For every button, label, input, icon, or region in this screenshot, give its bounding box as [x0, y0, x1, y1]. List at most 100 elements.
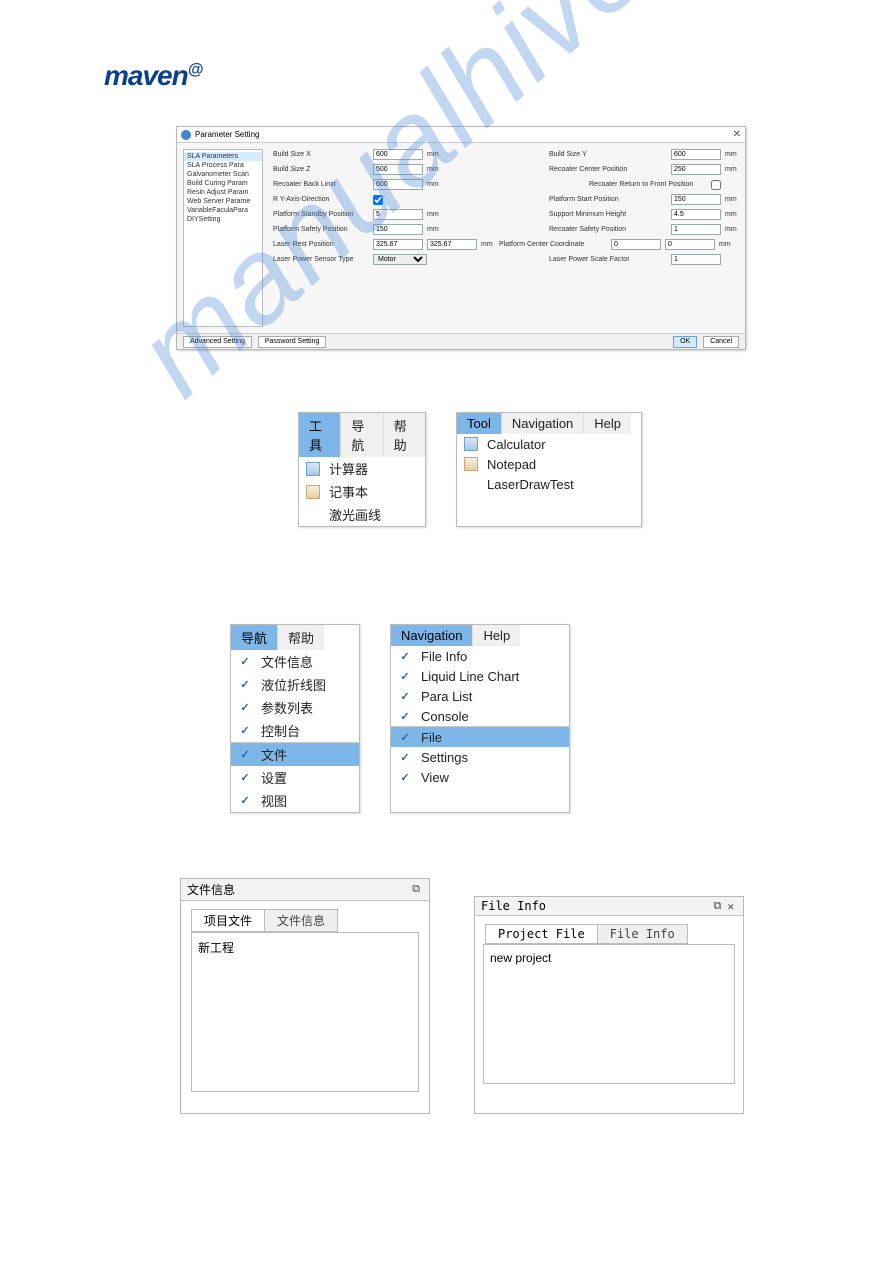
- menu-item-laserdraw[interactable]: LaserDrawTest: [457, 474, 641, 494]
- sidebar-item[interactable]: Web Server Parame: [184, 197, 262, 206]
- menubar-item-help[interactable]: Help: [584, 413, 631, 434]
- laser-scale-input[interactable]: [671, 254, 721, 265]
- field-label: Recoater Center Position: [549, 166, 667, 173]
- recoater-back-input[interactable]: [373, 179, 423, 190]
- cancel-button[interactable]: Cancel: [703, 336, 739, 348]
- build-size-z-input[interactable]: [373, 164, 423, 175]
- recoater-center-input[interactable]: [671, 164, 721, 175]
- dock-icon[interactable]: ⧉: [711, 899, 725, 913]
- ok-button[interactable]: OK: [673, 336, 697, 348]
- sidebar-item[interactable]: SLA Parameters: [184, 152, 262, 161]
- dialog-form: Build Size X mm Build Size Y mm Build Si…: [269, 143, 745, 333]
- check-icon: ✓: [397, 729, 413, 745]
- menubar-item-tool[interactable]: 工具: [299, 413, 341, 457]
- nav-menu-en: Navigation Help ✓File Info ✓Liquid Line …: [390, 624, 570, 813]
- build-size-x-input[interactable]: [373, 149, 423, 160]
- menu-item-notepad[interactable]: 记事本: [299, 480, 425, 503]
- menu-item-console[interactable]: ✓控制台: [231, 719, 359, 742]
- field-label: Laser Power Sensor Type: [273, 256, 369, 263]
- menubar-item-help[interactable]: Help: [473, 625, 520, 646]
- recoater-safety-input[interactable]: [671, 224, 721, 235]
- panel-content: new project: [483, 944, 735, 1084]
- menu-item-liquidline[interactable]: ✓Liquid Line Chart: [391, 666, 569, 686]
- menu-item-console[interactable]: ✓Console: [391, 706, 569, 726]
- fileinfo-panel-en: File Info ⧉ ✕ Project File File Info new…: [474, 896, 744, 1114]
- menu-item-calculator[interactable]: Calculator: [457, 434, 641, 454]
- unit-label: mm: [427, 181, 441, 188]
- panel-title: File Info: [481, 899, 546, 913]
- laser-rest-y-input[interactable]: [427, 239, 477, 250]
- check-icon: ✓: [237, 723, 253, 739]
- tab-project-file[interactable]: 项目文件: [191, 909, 265, 932]
- sidebar-item[interactable]: SLA Process Para: [184, 161, 262, 170]
- menubar-item-help[interactable]: 帮助: [384, 413, 425, 457]
- unit-label: mm: [725, 166, 739, 173]
- menubar-item-nav[interactable]: 导航: [231, 625, 278, 650]
- menu-item-fileinfo[interactable]: ✓文件信息: [231, 650, 359, 673]
- dock-icon[interactable]: ⧉: [409, 883, 423, 896]
- laser-rest-x-input[interactable]: [373, 239, 423, 250]
- r-yaxis-checkbox[interactable]: [373, 195, 383, 205]
- content-text: 新工程: [198, 941, 234, 955]
- tab-project-file[interactable]: Project File: [485, 924, 598, 944]
- close-icon[interactable]: ✕: [724, 900, 737, 913]
- menubar-item-nav[interactable]: Navigation: [502, 413, 584, 434]
- menu-item-view[interactable]: ✓视图: [231, 789, 359, 812]
- menu-item-fileinfo[interactable]: ✓File Info: [391, 646, 569, 666]
- password-setting-button[interactable]: Password Setting: [258, 336, 326, 348]
- blank-icon: [463, 476, 479, 492]
- sidebar-item[interactable]: VariableFaculaPara: [184, 206, 262, 215]
- check-icon: ✓: [237, 747, 253, 763]
- build-size-y-input[interactable]: [671, 149, 721, 160]
- advanced-setting-button[interactable]: Advanced Setting: [183, 336, 252, 348]
- field-label: Laser Rest Position: [273, 241, 369, 248]
- field-label: Build Size X: [273, 151, 369, 158]
- check-icon: ✓: [237, 677, 253, 693]
- menu-item-paralist[interactable]: ✓Para List: [391, 686, 569, 706]
- menu-item-notepad[interactable]: Notepad: [457, 454, 641, 474]
- panel-title: 文件信息: [187, 881, 235, 898]
- laser-sensor-type-select[interactable]: Motor: [373, 254, 427, 265]
- dialog-footer: Advanced Setting Password Setting OK Can…: [177, 333, 745, 349]
- menu-item-liquidline[interactable]: ✓液位折线图: [231, 673, 359, 696]
- menubar-item-nav[interactable]: Navigation: [391, 625, 473, 646]
- close-icon[interactable]: ✕: [733, 129, 741, 140]
- menu-item-paralist[interactable]: ✓参数列表: [231, 696, 359, 719]
- field-label: Recoater Safety Position: [549, 226, 667, 233]
- menu-item-file[interactable]: ✓文件: [231, 743, 359, 766]
- unit-label: mm: [427, 211, 441, 218]
- menubar-item-help[interactable]: 帮助: [278, 625, 324, 650]
- menu-item-view[interactable]: ✓View: [391, 767, 569, 787]
- tab-file-info[interactable]: File Info: [597, 924, 688, 944]
- blank-icon: [305, 507, 321, 523]
- sidebar-item[interactable]: Resin Adjust Param: [184, 188, 262, 197]
- menu-item-settings[interactable]: ✓设置: [231, 766, 359, 789]
- tab-file-info[interactable]: 文件信息: [264, 909, 338, 932]
- sidebar-item[interactable]: DIYSetting: [184, 215, 262, 224]
- platform-standby-input[interactable]: [373, 209, 423, 220]
- menu-item-laserdraw[interactable]: 激光画线: [299, 503, 425, 526]
- support-min-input[interactable]: [671, 209, 721, 220]
- field-label: Build Size Y: [549, 151, 667, 158]
- menubar-item-nav[interactable]: 导航: [341, 413, 383, 457]
- unit-label: mm: [719, 241, 733, 248]
- calculator-icon: [463, 436, 479, 452]
- sidebar-item[interactable]: Build Curing Param: [184, 179, 262, 188]
- field-label: Laser Power Scale Factor: [549, 256, 667, 263]
- menubar-item-tool[interactable]: Tool: [457, 413, 502, 434]
- dialog-titlebar: Parameter Setting ✕: [177, 127, 745, 143]
- menu-item-settings[interactable]: ✓Settings: [391, 747, 569, 767]
- unit-label: mm: [725, 196, 739, 203]
- menu-item-file[interactable]: ✓File: [391, 727, 569, 747]
- recoater-return-checkbox[interactable]: [711, 180, 721, 190]
- unit-label: mm: [725, 226, 739, 233]
- platform-start-input[interactable]: [671, 194, 721, 205]
- platform-center-y-input[interactable]: [665, 239, 715, 250]
- unit-label: mm: [427, 166, 441, 173]
- platform-center-x-input[interactable]: [611, 239, 661, 250]
- unit-label: mm: [725, 211, 739, 218]
- notepad-icon: [463, 456, 479, 472]
- menu-item-calculator[interactable]: 计算器: [299, 457, 425, 480]
- platform-safety-input[interactable]: [373, 224, 423, 235]
- sidebar-item[interactable]: Galvanometer Scan: [184, 170, 262, 179]
